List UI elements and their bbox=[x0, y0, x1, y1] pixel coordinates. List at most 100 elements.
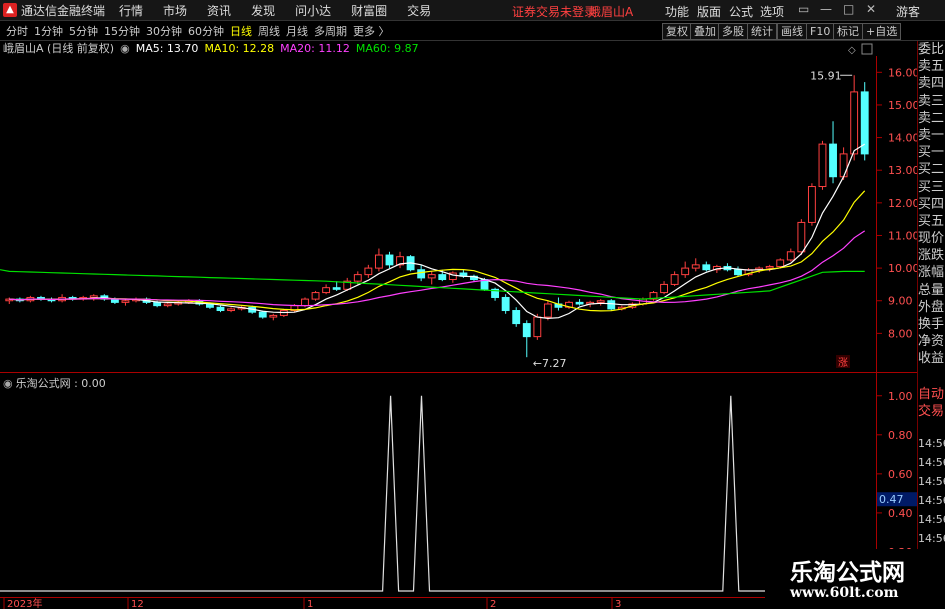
menu-banmian[interactable]: 版面 bbox=[697, 3, 721, 20]
candle-body bbox=[850, 91, 859, 155]
candle-body bbox=[776, 259, 785, 267]
quote-field-label: 卖一 bbox=[918, 127, 945, 143]
trade-label: 自动 bbox=[918, 387, 945, 402]
menu-caifuquan[interactable]: 财富圈 bbox=[351, 2, 387, 19]
candle-body bbox=[691, 264, 700, 269]
quote-field-label: 买五 bbox=[918, 213, 945, 229]
price-tick-label: 11.00 bbox=[888, 229, 917, 242]
candle-body bbox=[216, 306, 225, 312]
quote-field-label: 总量 bbox=[918, 282, 945, 298]
quote-field-label: 买三 bbox=[918, 179, 945, 195]
period-30min[interactable]: 30分钟 bbox=[146, 23, 182, 39]
menu-gongshi[interactable]: 公式 bbox=[729, 3, 753, 20]
candle-body bbox=[374, 254, 383, 269]
candle-body bbox=[596, 300, 605, 303]
menu-jiaoyi[interactable]: 交易 bbox=[407, 2, 431, 19]
app-title: 通达信金融终端 bbox=[21, 3, 106, 18]
quote-field-label: 涨幅 bbox=[918, 265, 945, 281]
guest-label[interactable]: 游客 bbox=[896, 3, 920, 20]
price-tick-label: 10.00 bbox=[888, 262, 917, 275]
quote-panel: 委比 卖五 卖四 卖三 卖二 卖一 买一 买二 买三 买四 买五 现价 涨跌 涨幅 总量 外盘 换手 净资 收益 自… bbox=[917, 41, 945, 609]
tick-time: 14:56 bbox=[918, 532, 945, 545]
quote-field-label: 买一 bbox=[918, 145, 945, 161]
menu-xuanxiang[interactable]: 选项 bbox=[760, 3, 784, 20]
candle-body bbox=[364, 267, 373, 276]
minimize-icon[interactable]: — bbox=[820, 2, 832, 16]
tool-biaoji[interactable]: 标记 bbox=[833, 23, 863, 40]
maximize-icon[interactable]: □ bbox=[843, 2, 854, 16]
skin-icon[interactable]: ▭ bbox=[798, 2, 809, 16]
indicator-tick-label: 0.80 bbox=[888, 429, 913, 442]
menu-zixun[interactable]: 资讯 bbox=[207, 2, 231, 19]
quote-field-label: 卖三 bbox=[918, 93, 945, 109]
tool-duogu[interactable]: 多股 bbox=[718, 23, 748, 40]
quote-field-label: 外盘 bbox=[918, 299, 945, 315]
period-60min[interactable]: 60分钟 bbox=[188, 23, 224, 39]
login-warning[interactable]: 证券交易未登录 bbox=[512, 3, 596, 20]
menu-shichang[interactable]: 市场 bbox=[163, 2, 187, 19]
price-tick-label: 9.00 bbox=[888, 295, 913, 308]
quote-field-label: 卖五 bbox=[918, 59, 945, 75]
close-icon[interactable]: ✕ bbox=[866, 2, 876, 16]
tool-tongji[interactable]: 统计 bbox=[747, 23, 777, 40]
menu-faxian[interactable]: 发现 bbox=[251, 2, 275, 19]
price-tick-label: 8.00 bbox=[888, 327, 913, 340]
period-fenshi[interactable]: 分时 bbox=[6, 23, 28, 39]
tick-time: 14:56 bbox=[918, 437, 945, 450]
candle-body bbox=[818, 143, 827, 188]
watermark-url: www.60lt.com bbox=[790, 585, 899, 601]
kline-chart[interactable]: 16.0015.0014.0013.0012.0011.0010.009.008… bbox=[0, 41, 917, 609]
indicator-tick-label: 0.60 bbox=[888, 468, 913, 481]
diamond-icon: ◇ bbox=[848, 45, 856, 56]
candle-body bbox=[734, 269, 742, 276]
price-axis: 16.00 15.00 14.00 13.00 12.00 11.00 10.00 9.00 8… bbox=[876, 66, 917, 340]
period-daily[interactable]: 日线 bbox=[230, 23, 252, 39]
date-tick-label: 1 bbox=[307, 599, 313, 609]
period-monthly[interactable]: 月线 bbox=[286, 23, 308, 39]
tick-time: 14:56 bbox=[918, 513, 945, 526]
candle-body bbox=[607, 300, 616, 310]
tool-zixuan[interactable]: +自选 bbox=[862, 23, 902, 40]
menu-gongneng[interactable]: 功能 bbox=[665, 3, 689, 20]
ma-lines bbox=[0, 143, 866, 320]
tool-f10[interactable]: F10 bbox=[806, 23, 835, 40]
indicator-name: 乐淘公式网 : 0.00 bbox=[15, 377, 106, 390]
period-1min[interactable]: 1分钟 bbox=[34, 23, 63, 39]
tool-huaxian[interactable]: 画线 bbox=[777, 23, 807, 40]
indicator-tick-label: 1.00 bbox=[888, 390, 913, 403]
app-logo-icon: ▲ bbox=[3, 3, 17, 17]
tool-diejia[interactable]: 叠加 bbox=[690, 23, 720, 40]
period-more[interactable]: 更多 〉 bbox=[353, 23, 390, 39]
menu-wenxiaoda[interactable]: 问小达 bbox=[295, 2, 331, 19]
candle-body bbox=[786, 251, 795, 261]
tool-fuquan[interactable]: 复权 bbox=[662, 23, 692, 40]
period-15min[interactable]: 15分钟 bbox=[104, 23, 140, 39]
candles bbox=[5, 75, 869, 358]
price-tick-label: 14.00 bbox=[888, 132, 917, 145]
candle-body bbox=[417, 269, 426, 279]
candle-body bbox=[385, 254, 394, 266]
candle-body bbox=[533, 316, 542, 338]
period-5min[interactable]: 5分钟 bbox=[69, 23, 98, 39]
indicator-lines bbox=[0, 395, 870, 592]
candle-body bbox=[575, 301, 584, 305]
candle-body bbox=[807, 186, 816, 223]
period-weekly[interactable]: 周线 bbox=[258, 23, 280, 39]
annotations: 15.91 ←7.27 涨 ◇ bbox=[533, 43, 873, 370]
quote-field-label: 买二 bbox=[918, 162, 945, 178]
menu-hangqing[interactable]: 行情 bbox=[119, 2, 143, 19]
candle-body bbox=[501, 296, 510, 312]
candle-body bbox=[311, 292, 320, 300]
tick-time: 14:56 bbox=[918, 475, 945, 488]
quote-field-label: 净资 bbox=[918, 334, 945, 350]
candle-body bbox=[332, 287, 341, 290]
period-multi[interactable]: 多周期 bbox=[314, 23, 347, 39]
ma-line-ma5 bbox=[9, 143, 866, 320]
indicator-toggle-icon[interactable]: ◉ bbox=[3, 377, 13, 390]
quote-field-label: 委比 bbox=[918, 42, 945, 57]
low-price-label: ←7.27 bbox=[533, 357, 567, 370]
candle-body bbox=[797, 221, 806, 253]
candle-body bbox=[522, 323, 531, 338]
watermark-name: 乐淘公式网 bbox=[790, 559, 905, 586]
candle-body bbox=[258, 311, 267, 318]
